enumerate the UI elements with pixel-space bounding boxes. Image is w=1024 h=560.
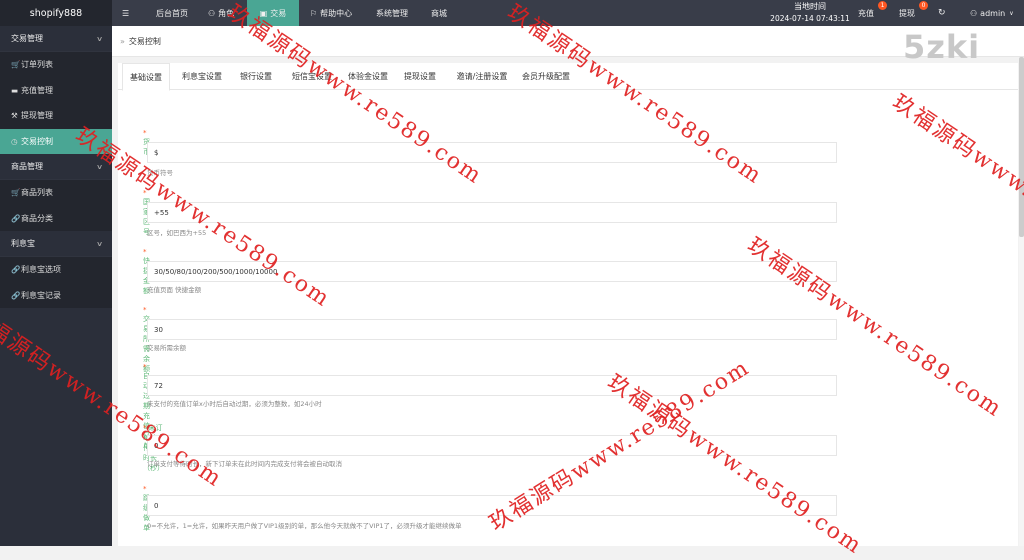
sidebar-item-goods-category[interactable]: 🔗 商品分类 (0, 205, 112, 231)
field-help: 0=不允许，1=允许，如果昨天用户做了VIP1级别的单，那么他今天就做不了VIP… (147, 522, 462, 530)
withdraw-badge: 0 (919, 1, 928, 10)
flag-icon: ⚐ (310, 8, 318, 18)
recharge-label: 充值 (858, 8, 874, 18)
link-icon: 🔗 (11, 265, 21, 275)
nav-help[interactable]: ⚐ 帮助中心 (310, 0, 352, 26)
sidebar-group-label: 交易管理 (11, 34, 43, 43)
sidebar-item-interest-records[interactable]: 🔗 利息宝记录 (0, 282, 112, 308)
sidebar-item-label: 商品分类 (21, 213, 53, 223)
field-help: 区号，如巴西为+55 (147, 229, 207, 237)
sidebar-item-label: 利息宝选项 (21, 265, 61, 275)
settings-card: 基础设置 利息宝设置 银行设置 短信宝设置 体验金设置 提现设置 邀请/注册设置… (118, 63, 1018, 546)
scrollbar-thumb[interactable] (1019, 57, 1024, 237)
sidebar-group-label: 利息宝 (11, 239, 35, 248)
sidebar-item-orders[interactable]: 🛒 订单列表 (0, 52, 112, 78)
bag-icon: ▣ (259, 8, 268, 18)
sidebar-item-label: 交易控制 (21, 136, 53, 146)
quick-amounts-input[interactable]: 30/50/80/100/200/500/1000/10000 (147, 261, 837, 282)
chevron-down-icon: ∨ (95, 162, 104, 171)
nav-label: 帮助中心 (320, 8, 353, 18)
sidebar-item-recharge[interactable]: ▬ 充值管理 (0, 77, 112, 103)
menu-toggle-icon[interactable]: ☰ (122, 0, 129, 26)
nav-mall[interactable]: 商城 (431, 0, 447, 26)
withdraw-label: 提现 (899, 8, 915, 18)
user-menu[interactable]: ⚇ admin ∨ (970, 0, 1014, 26)
sidebar-item-label: 利息宝记录 (21, 290, 61, 300)
country-code-input[interactable]: +55 (147, 202, 837, 223)
withdraw-button[interactable]: 提现 (899, 0, 915, 26)
settings-tabs: 基础设置 利息宝设置 银行设置 短信宝设置 体验金设置 提现设置 邀请/注册设置… (118, 63, 1018, 91)
chevron-down-icon: ∨ (1009, 9, 1014, 17)
cart-icon: 🛒 (11, 188, 21, 198)
tab-trial-fund[interactable]: 体验金设置 (342, 63, 394, 90)
username: admin (980, 8, 1006, 18)
link-icon: 🔗 (11, 290, 21, 300)
page-scrollbar[interactable] (1019, 57, 1024, 546)
sidebar-group-interest[interactable]: 利息宝 ∨ (0, 231, 112, 257)
dashboard-icon: ◷ (11, 136, 18, 146)
app-logo: shopify888 (0, 0, 112, 26)
breadcrumb: » 交易控制 (112, 26, 1024, 57)
sidebar-item-label: 提现管理 (21, 111, 53, 121)
sidebar: shopify888 交易管理 ∨ 🛒 订单列表 ▬ 充值管理 ⚒ 提现管理 ◷ 交易控制… (0, 0, 112, 546)
sidebar-item-label: 充值管理 (21, 85, 53, 95)
field-help: 交易所需余额 (147, 344, 186, 352)
tab-sms[interactable]: 短信宝设置 (286, 63, 338, 90)
sidebar-item-interest-options[interactable]: 🔗 利息宝选项 (0, 257, 112, 283)
recharge-button[interactable]: 充值 (858, 0, 874, 26)
gavel-icon: ⚒ (11, 111, 18, 121)
sidebar-group-goods[interactable]: 商品管理 ∨ (0, 154, 112, 180)
nav-home[interactable]: 后台首页 (156, 0, 188, 26)
field-help: 充值页面 快捷金额 (147, 286, 202, 294)
field-help: 未支付的充值订单x小时后自动过期，必须为整数，如24小时 (147, 400, 322, 408)
refresh-icon[interactable]: ↻ (938, 0, 946, 26)
sidebar-group-trade[interactable]: 交易管理 ∨ (0, 26, 112, 52)
sidebar-item-label: 商品列表 (21, 188, 53, 198)
tab-interest[interactable]: 利息宝设置 (174, 63, 230, 90)
top-navbar: ☰ 后台首页 ⚇ 角色 ▣ 交易 ⚐ 帮助中心 系统管理 商城 当地时间 2024-0… (112, 0, 1024, 26)
tab-vip-upgrade[interactable]: 会员升级配置 (518, 63, 574, 90)
nav-label: 交易 (270, 8, 287, 18)
sidebar-item-goods-list[interactable]: 🛒 商品列表 (0, 180, 112, 206)
nav-trade[interactable]: ▣ 交易 (247, 0, 299, 26)
field-help: 订单支付等待时长，新下订单未在此时间内完成支付将会被自动取消 (147, 460, 342, 468)
pay-wait-input[interactable]: 0 (147, 435, 837, 456)
recharge-badge: 1 (878, 1, 887, 10)
sidebar-item-withdraw[interactable]: ⚒ 提现管理 (0, 103, 112, 129)
trade-balance-input[interactable]: 30 (147, 319, 837, 340)
link-icon: 🔗 (11, 213, 21, 223)
tab-basic[interactable]: 基础设置 (122, 63, 170, 91)
tab-invite[interactable]: 邀请/注册设置 (452, 63, 512, 90)
breadcrumb-current: 交易控制 (128, 36, 161, 46)
skip-level-input[interactable]: 0 (147, 495, 837, 516)
auto-expire-input[interactable]: 72 (147, 375, 837, 396)
sidebar-item-label: 订单列表 (21, 60, 53, 70)
local-time-label: 当地时间 (794, 2, 826, 11)
local-time-value: 2024-07-14 07:43:11 (770, 14, 850, 23)
corner-watermark: 5zki (903, 28, 981, 66)
sidebar-group-label: 商品管理 (11, 162, 43, 171)
tab-withdraw[interactable]: 提现设置 (400, 63, 440, 90)
cart-icon: 🛒 (11, 60, 21, 70)
user-icon: ⚇ (208, 8, 216, 18)
tab-bank[interactable]: 银行设置 (234, 63, 278, 90)
breadcrumb-separator: » (120, 36, 125, 46)
field-help: 货币符号 (147, 169, 173, 177)
user-icon: ⚇ (970, 8, 978, 18)
sidebar-item-trade-control[interactable]: ◷ 交易控制 (0, 128, 112, 154)
currency-input[interactable]: $ (147, 142, 837, 163)
chevron-down-icon: ∨ (95, 34, 104, 43)
nav-label: 角色 (218, 8, 235, 18)
nav-system[interactable]: 系统管理 (376, 0, 408, 26)
card-icon: ▬ (11, 85, 19, 95)
nav-roles[interactable]: ⚇ 角色 (208, 0, 234, 26)
chevron-down-icon: ∨ (95, 239, 104, 248)
